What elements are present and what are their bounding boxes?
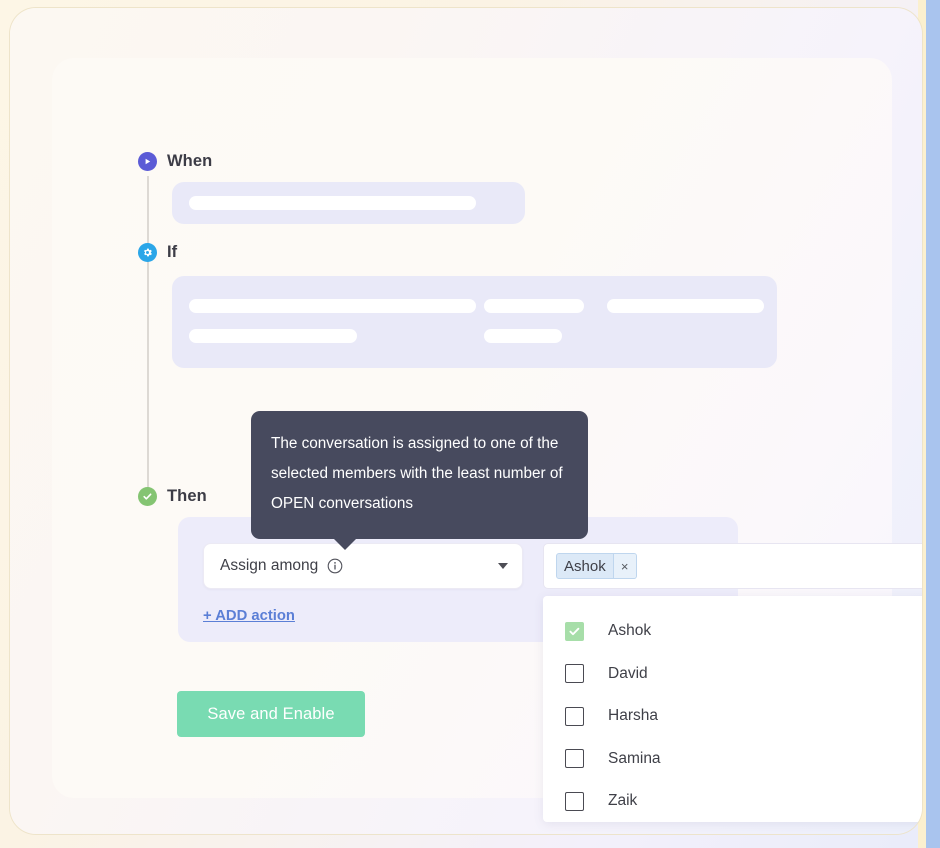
member-name: Zaik [608, 792, 638, 810]
chevron-down-icon[interactable] [498, 563, 508, 569]
member-name: Ashok [608, 622, 652, 640]
workflow-rail-line [147, 176, 149, 491]
chip-remove-icon[interactable]: × [612, 554, 636, 578]
assign-among-tooltip: The conversation is assigned to one of t… [251, 411, 588, 550]
assign-among-select[interactable]: Assign among [203, 543, 523, 589]
check-circle-icon [138, 487, 157, 506]
tooltip-text: The conversation is assigned to one of t… [271, 435, 563, 512]
checkbox-icon[interactable] [565, 791, 584, 811]
checkbox-icon[interactable] [565, 664, 584, 684]
page-root: When If Then Assign among + ADD action S… [0, 0, 940, 848]
member-name: Harsha [608, 707, 658, 725]
skeleton-bar [607, 299, 764, 313]
info-icon[interactable] [327, 558, 343, 574]
gear-circle-icon [138, 243, 157, 262]
outer-frame: When If Then Assign among + ADD action S… [10, 8, 922, 834]
member-dropdown-list: Ashok David Harsha Samina Zaik [543, 596, 922, 822]
skeleton-bar [484, 329, 562, 343]
skeleton-bar [189, 196, 476, 210]
if-condition-panel[interactable] [172, 276, 777, 368]
member-chip-ashok: Ashok × [556, 553, 637, 579]
list-item[interactable]: David [543, 653, 922, 696]
step-label-if: If [167, 243, 178, 261]
skeleton-bar [189, 299, 476, 313]
workflow-step-then: Then [138, 487, 207, 506]
step-label-then: Then [167, 487, 207, 505]
list-item[interactable]: Harsha [543, 695, 922, 738]
skeleton-bar [484, 299, 584, 313]
member-multiselect-input[interactable]: Ashok × [543, 543, 922, 589]
list-item[interactable]: Zaik [543, 780, 922, 823]
save-and-enable-button[interactable]: Save and Enable [177, 691, 365, 737]
list-item[interactable]: Ashok [543, 610, 922, 653]
page-edge-blue-strip [926, 0, 940, 848]
list-item[interactable]: Samina [543, 738, 922, 781]
when-condition-panel[interactable] [172, 182, 525, 224]
checkbox-icon[interactable] [565, 749, 584, 769]
skeleton-bar [189, 329, 357, 343]
checkbox-checked-icon[interactable] [565, 621, 584, 641]
tooltip-arrow [333, 538, 357, 550]
checkbox-icon[interactable] [565, 706, 584, 726]
play-circle-icon [138, 152, 157, 171]
workflow-step-when: When [138, 152, 212, 171]
chip-label: Ashok [564, 557, 606, 575]
add-action-link[interactable]: + ADD action [203, 608, 295, 624]
workflow-card: When If Then Assign among + ADD action S… [52, 58, 922, 822]
member-name: David [608, 664, 648, 682]
member-name: Samina [608, 749, 661, 767]
step-label-when: When [167, 152, 213, 170]
assign-among-label: Assign among [220, 557, 319, 574]
workflow-step-if: If [138, 243, 177, 262]
